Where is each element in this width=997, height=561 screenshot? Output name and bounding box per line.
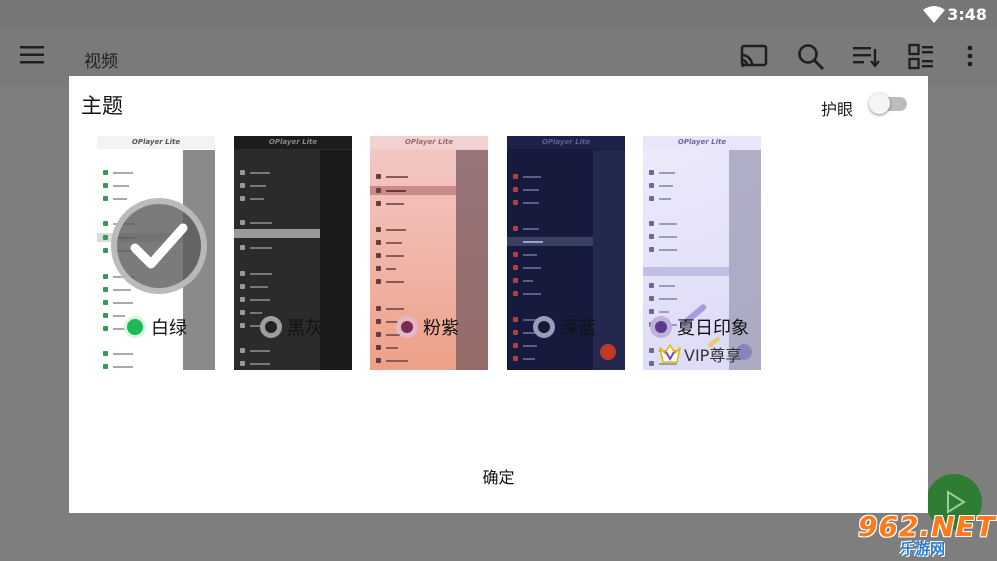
confirm-button[interactable]: 确定 — [69, 464, 928, 488]
theme-radio-white-green[interactable]: 白绿 — [124, 314, 187, 340]
theme-radio-summer-impression[interactable]: 夏日印象 — [650, 314, 749, 340]
theme-name: 粉紫 — [423, 318, 459, 339]
radio-button[interactable] — [124, 316, 146, 338]
search-icon[interactable] — [797, 43, 825, 71]
radio-button[interactable] — [260, 316, 282, 338]
dialog-title: 主题 — [81, 94, 123, 118]
theme-name: 黑灰 — [287, 318, 323, 339]
page-title: 视频 — [84, 52, 118, 72]
more-icon[interactable] — [966, 43, 974, 71]
radio-button[interactable] — [396, 316, 418, 338]
selected-check-icon — [111, 198, 207, 294]
theme-radio-deep-blue[interactable]: 深蓝 — [533, 314, 596, 340]
preview-app-name: OPlayer Lite — [370, 136, 488, 149]
sort-icon[interactable] — [852, 43, 880, 69]
vip-crown-icon — [659, 344, 681, 363]
theme-radio-pink-purple[interactable]: 粉紫 — [396, 314, 459, 340]
status-time: 3:48 — [947, 5, 987, 24]
cast-icon[interactable] — [740, 43, 768, 69]
vip-badge: VIP尊享 — [659, 342, 741, 366]
site-watermark: 962.NET 乐游网 — [858, 510, 995, 558]
radio-button[interactable] — [533, 316, 555, 338]
switch-thumb — [869, 93, 890, 114]
wifi-icon — [923, 6, 945, 23]
preview-app-name: OPlayer Lite — [234, 136, 352, 149]
eye-protection-switch[interactable] — [869, 92, 907, 114]
status-bar: 3:48 — [0, 0, 997, 30]
watermark-bottom: 乐游网 — [900, 540, 946, 558]
view-mode-icon[interactable] — [908, 43, 934, 71]
preview-app-name: OPlayer Lite — [643, 136, 761, 149]
eye-protection-label: 护眼 — [821, 100, 854, 119]
vip-text: VIP尊享 — [684, 346, 742, 365]
theme-name: 深蓝 — [560, 318, 596, 339]
theme-name: 夏日印象 — [677, 318, 749, 339]
preview-app-name: OPlayer Lite — [97, 136, 215, 149]
theme-dialog: 主题 护眼 OPlayer Lite OPlayer Lite OPlayer … — [69, 76, 928, 513]
theme-name: 白绿 — [151, 318, 187, 339]
menu-icon[interactable] — [20, 44, 44, 66]
theme-radio-black-gray[interactable]: 黑灰 — [260, 314, 323, 340]
preview-app-name: OPlayer Lite — [507, 136, 625, 149]
radio-button[interactable] — [650, 316, 672, 338]
